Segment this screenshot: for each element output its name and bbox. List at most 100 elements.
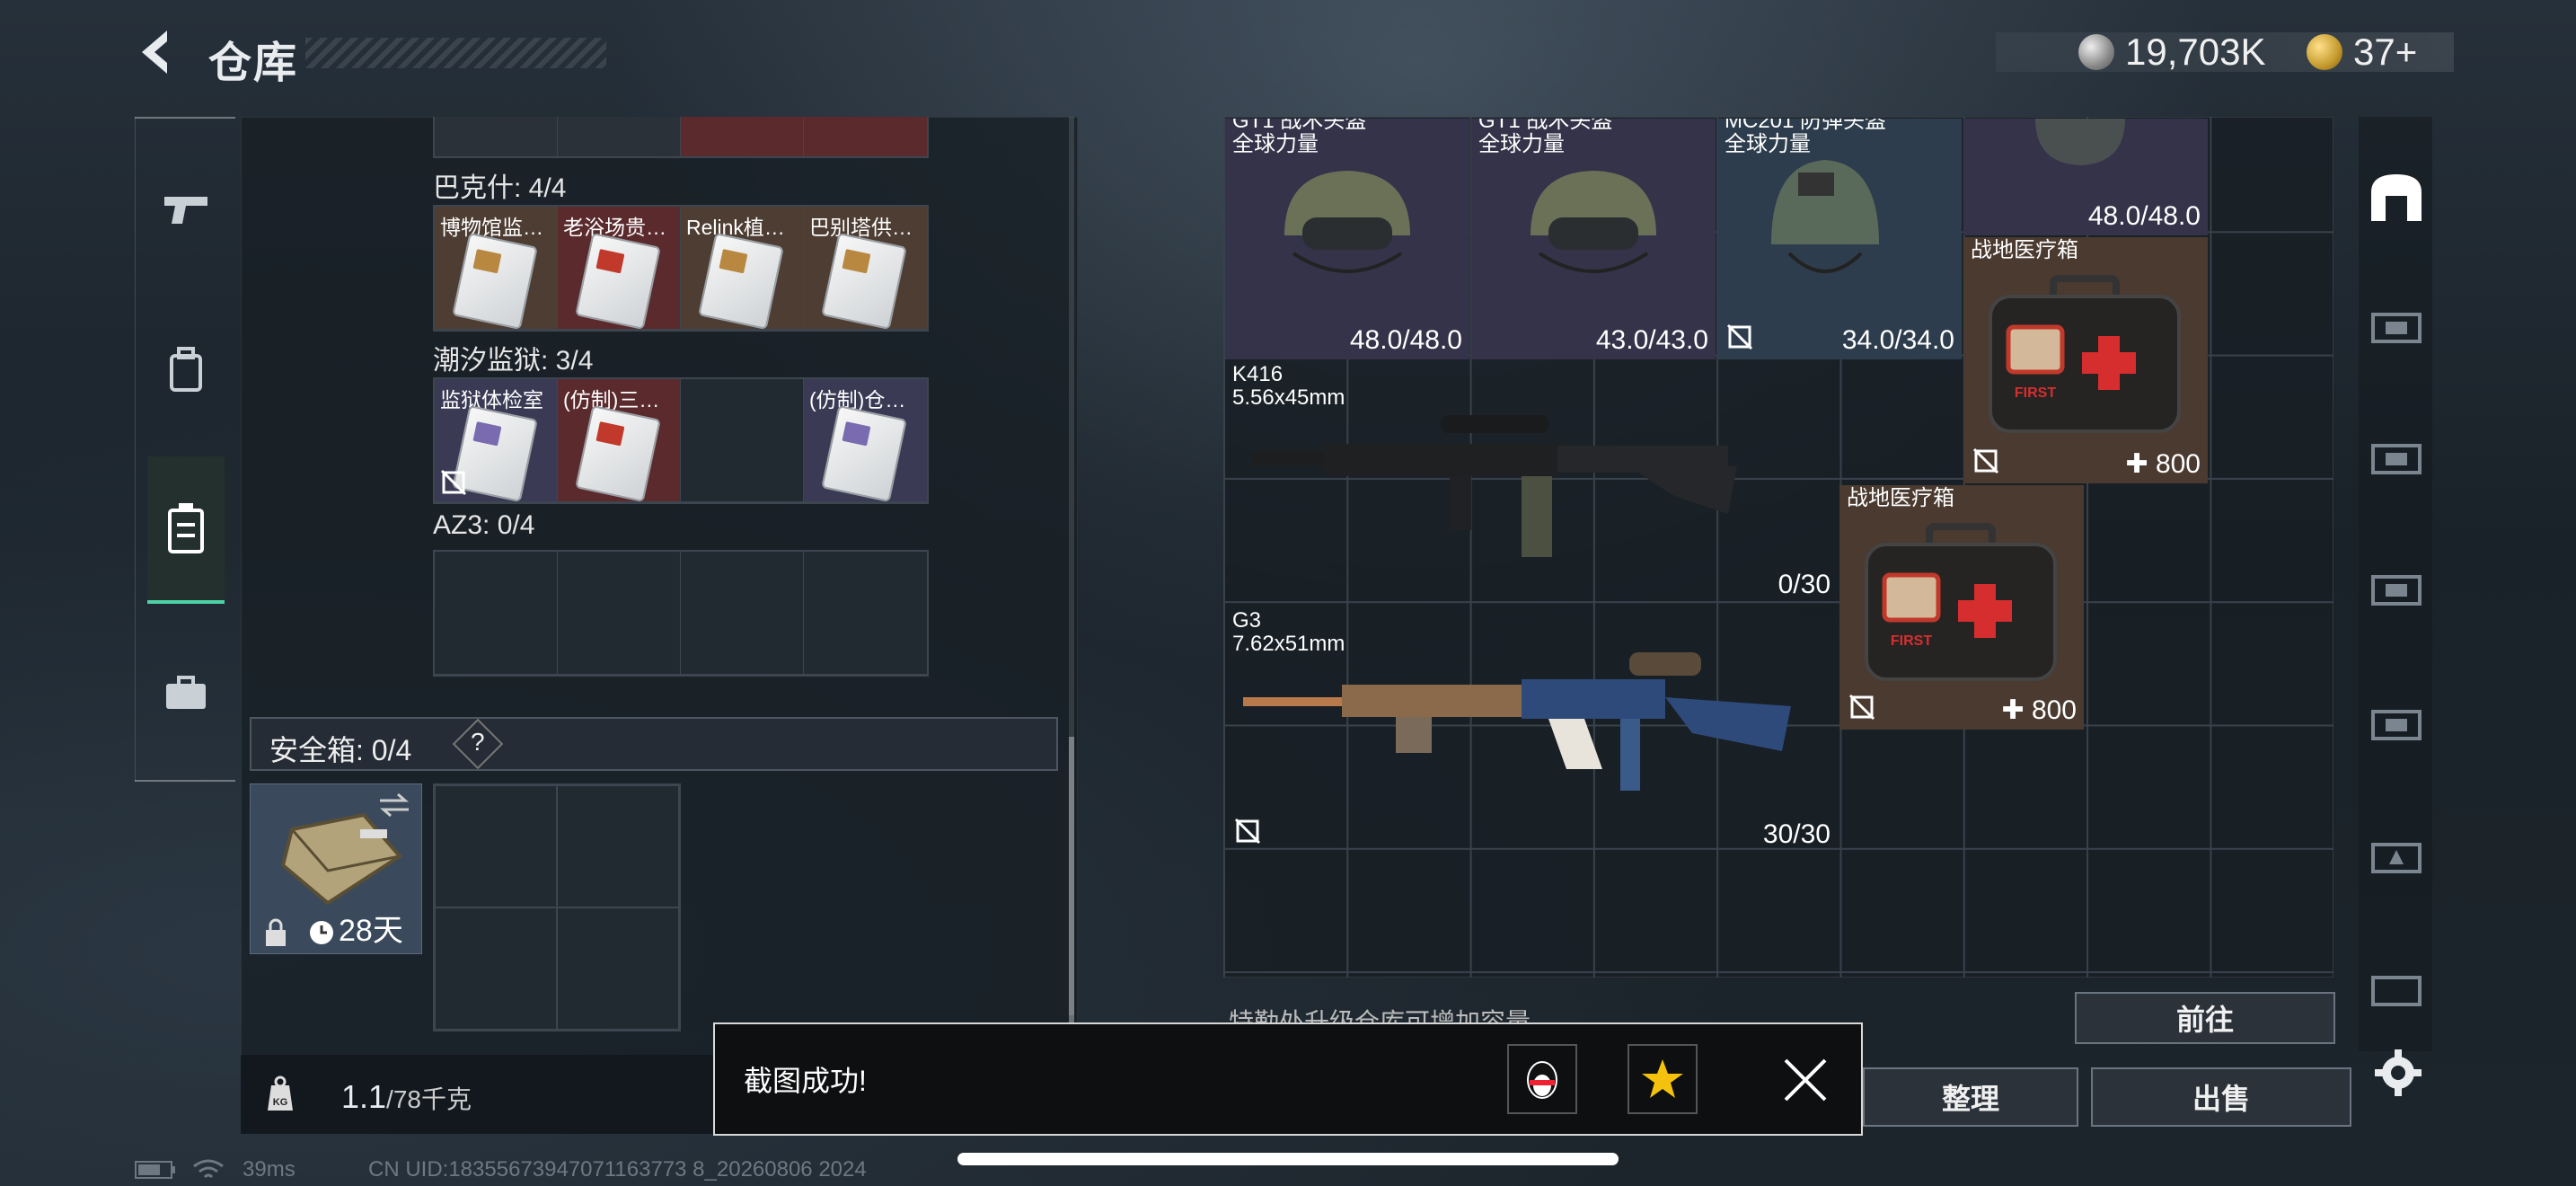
tidy-button[interactable]: 整理 (1863, 1067, 2078, 1127)
page-title: 仓库 (208, 40, 299, 87)
svg-text:FIRST: FIRST (2015, 385, 2056, 401)
storage-page-main[interactable] (2368, 169, 2425, 226)
helmet-durability: 43.0/43.0 (1595, 325, 1708, 355)
rail-tab-weapon[interactable] (147, 171, 225, 248)
slot-label: 监狱体检室 (440, 388, 543, 412)
gold-coin-icon (2307, 34, 2342, 70)
lock-icon (266, 918, 286, 946)
storage-page-icon (2371, 843, 2422, 873)
helmet-item[interactable]: GT1 战术头盔 全球力量 48.0/48.0 (1225, 119, 1469, 359)
close-icon[interactable] (1778, 1053, 1832, 1107)
weight-current: 1.1 (341, 1078, 387, 1115)
backpack-icon (170, 347, 202, 392)
item-name: GT1 战术头盔 全球力量 (1478, 119, 1613, 156)
safe-slot[interactable] (557, 785, 679, 907)
safe-case-icon (280, 812, 403, 906)
helmet-item[interactable]: GT1 战术头盔 全球力量 43.0/43.0 (1471, 119, 1716, 359)
swap-icon[interactable] (376, 792, 412, 819)
rifle-ammo: 0/30 (1778, 570, 1831, 599)
title-decoration (305, 38, 606, 68)
storage-page-tab[interactable] (2368, 557, 2425, 615)
slot-label: 博物馆监… (440, 216, 543, 239)
item-name: GT1 战术头盔 全球力量 (1232, 119, 1367, 156)
medkit-amount: ✚ 800 (2001, 695, 2077, 725)
back-button[interactable] (133, 25, 178, 79)
qq-penguin-icon (1527, 1061, 1557, 1099)
share-qq-button[interactable] (1507, 1044, 1577, 1114)
storage-page-icon (2371, 444, 2422, 474)
collection-slot[interactable] (558, 117, 681, 156)
collection-slot[interactable]: 监狱体检室 (435, 379, 558, 502)
silver-currency-value: 19,703K (2125, 31, 2266, 73)
rifle-item[interactable]: K416 5.56x45mm 0/30 (1225, 361, 1838, 604)
rail-tab-armor[interactable] (147, 331, 225, 408)
medkit-amount: ✚ 800 (2125, 449, 2201, 479)
collection-slot[interactable] (681, 117, 804, 156)
keycard-icon (575, 404, 661, 501)
helmet-durability: 34.0/34.0 (1841, 325, 1954, 355)
collection-slot[interactable] (558, 552, 681, 675)
safe-slot[interactable] (557, 907, 679, 1030)
collection-slot[interactable]: Relink植… (681, 207, 804, 330)
safe-box-slots (433, 783, 681, 1031)
keycard-icon (821, 404, 907, 501)
share-qzone-button[interactable] (1628, 1044, 1698, 1114)
weight-max: /78千克 (386, 1085, 472, 1113)
battery-icon (135, 1161, 175, 1179)
storage-page-tab[interactable] (2368, 426, 2425, 483)
no-insure-icon (1726, 323, 1753, 350)
collection-slot[interactable] (804, 117, 927, 156)
storage-page-tab[interactable] (2368, 958, 2425, 1015)
storage-page-tab[interactable] (2368, 295, 2425, 352)
medkit-item[interactable]: 战地医疗箱 FIRST ✚ 800 (1963, 237, 2208, 483)
safe-box-item[interactable]: 28天 (250, 783, 422, 954)
collection-slot[interactable]: (仿制)三… (558, 379, 681, 502)
home-indicator[interactable] (957, 1153, 1619, 1165)
storage-page-tab[interactable] (2368, 825, 2425, 882)
collection-slot[interactable]: 博物馆监… (435, 207, 558, 330)
rifle-item[interactable]: G3 7.62x51mm 30/30 (1225, 607, 1838, 854)
sell-button[interactable]: 出售 (2091, 1067, 2351, 1127)
g3-rifle-icon (1243, 652, 1791, 791)
collection-slot[interactable]: 老浴场贵… (558, 207, 681, 330)
collection-scroll-thumb[interactable] (1069, 737, 1074, 1024)
storage-page-tab[interactable] (2368, 692, 2425, 749)
safe-timer: 28天 (339, 914, 403, 948)
collection-slot[interactable] (435, 117, 558, 156)
no-insure-icon (1848, 694, 1875, 721)
keycard-icon (698, 232, 784, 329)
storage-page-icon (2371, 976, 2422, 1006)
safe-slot[interactable] (435, 785, 557, 907)
helmet-item[interactable]: 48.0/48.0 (1963, 119, 2208, 235)
tactical-helmet-icon (1531, 171, 1656, 273)
help-icon[interactable]: ? (471, 728, 485, 757)
collection-slot[interactable] (681, 379, 804, 502)
settings-gear-icon[interactable] (2373, 1048, 2423, 1098)
ping-text: 39ms (243, 1157, 296, 1182)
keycard-icon (575, 232, 661, 329)
storage-case-icon (168, 503, 204, 553)
helmet-item[interactable]: MC201 防弹头盔 全球力量 34.0/34.0 (1717, 119, 1962, 359)
safe-slot[interactable] (435, 907, 557, 1030)
collection-label: AZ3: 0/4 (433, 510, 535, 540)
qzone-star-icon (1642, 1059, 1683, 1098)
storage-page-icon (2371, 710, 2422, 740)
tactical-helmet-icon (1284, 171, 1410, 273)
medkit-item[interactable]: 战地医疗箱 FIRST ✚ 800 (1839, 485, 2084, 730)
rail-top-line (135, 117, 235, 119)
svg-text:KG: KG (273, 1097, 288, 1108)
collection-slot[interactable]: (仿制)仓… (804, 379, 927, 502)
collection-label: 巴克什: 4/4 (433, 173, 567, 203)
wifi-icon (193, 1159, 224, 1179)
rail-tab-storage[interactable] (147, 456, 225, 604)
collection-slot[interactable]: 巴别塔供… (804, 207, 927, 330)
goto-button[interactable]: 前往 (2075, 992, 2335, 1044)
gold-currency-value[interactable]: 37+ (2353, 31, 2417, 74)
collection-slot[interactable] (435, 552, 558, 675)
helmet-durability: 48.0/48.0 (2087, 201, 2201, 231)
collection-slot[interactable] (804, 552, 927, 675)
keycard-icon (821, 232, 907, 329)
rail-bottom-line (135, 780, 235, 782)
collection-slot[interactable] (681, 552, 804, 675)
rail-tab-briefcase[interactable] (147, 654, 225, 731)
